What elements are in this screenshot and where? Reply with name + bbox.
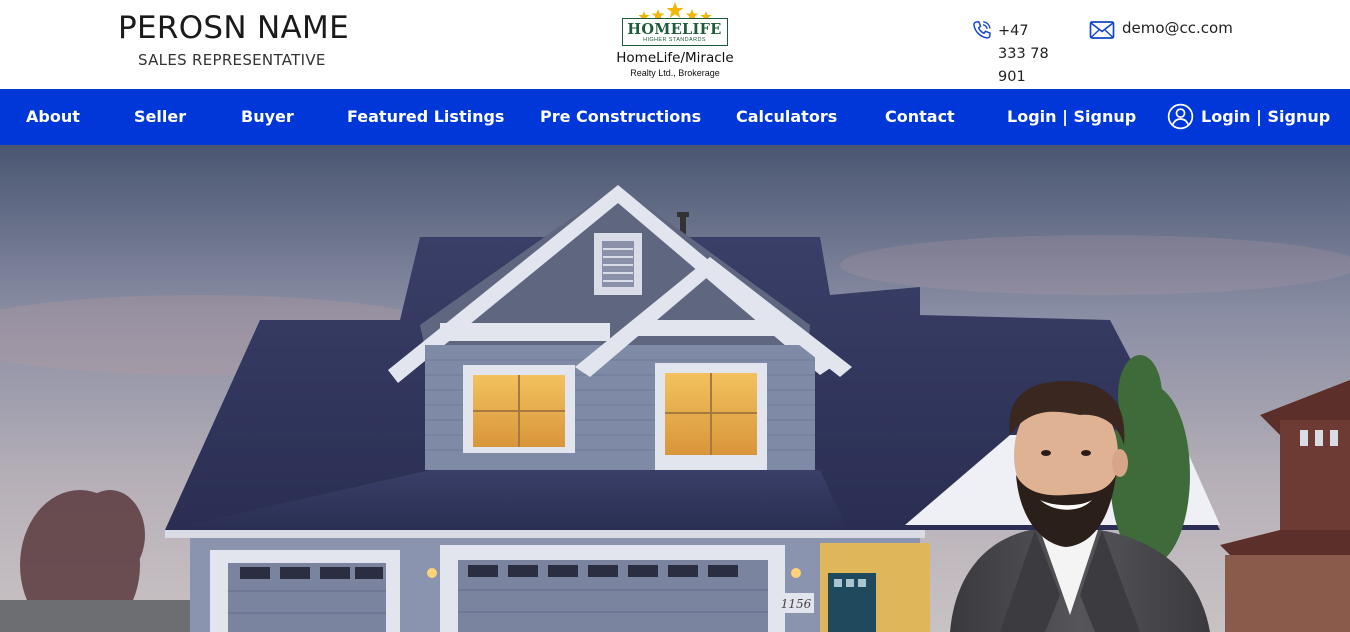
nav-featured-listings[interactable]: Featured Listings [347, 89, 504, 145]
brokerage-name: HomeLife/Miracle [616, 50, 734, 66]
nav-seller[interactable]: Seller [134, 89, 186, 145]
logo-brand: HOMELIFE [627, 21, 722, 38]
nav-calculators[interactable]: Calculators [736, 89, 837, 145]
agent-name: PEROSN NAME [118, 10, 349, 46]
contact-phone[interactable]: +47 333 78 901 [998, 20, 1060, 89]
nav-about[interactable]: About [26, 89, 80, 145]
site-header: PEROSN NAME SALES REPRESENTATIVE HOMELIF… [0, 0, 1350, 89]
logo-badge: HOMELIFE HIGHER STANDARDS [622, 18, 728, 46]
nav-buyer[interactable]: Buyer [241, 89, 294, 145]
nav-account-login[interactable]: Login | Signup [1201, 89, 1330, 145]
phone-icon [973, 21, 991, 39]
house-number: 1156 [781, 597, 812, 611]
contact-email[interactable]: demo@cc.com [1122, 19, 1233, 37]
logo-slogan: HIGHER STANDARDS [643, 37, 706, 43]
brokerage-subtitle: Realty Ltd., Brokerage [630, 68, 720, 78]
brokerage-logo[interactable]: HOMELIFE HIGHER STANDARDS HomeLife/Mirac… [608, 2, 742, 86]
nav-pre-constructions[interactable]: Pre Constructions [540, 89, 701, 145]
mail-icon [1089, 21, 1115, 39]
nav-contact[interactable]: Contact [885, 89, 955, 145]
nav-login-signup[interactable]: Login | Signup [1007, 89, 1136, 145]
main-navigation: About Seller Buyer Featured Listings Pre… [0, 89, 1350, 145]
hero-house-image: 1156 [0, 145, 1350, 632]
hero-banner: 1156 [0, 145, 1350, 632]
user-icon[interactable] [1167, 103, 1194, 130]
agent-title: SALES REPRESENTATIVE [138, 51, 326, 69]
